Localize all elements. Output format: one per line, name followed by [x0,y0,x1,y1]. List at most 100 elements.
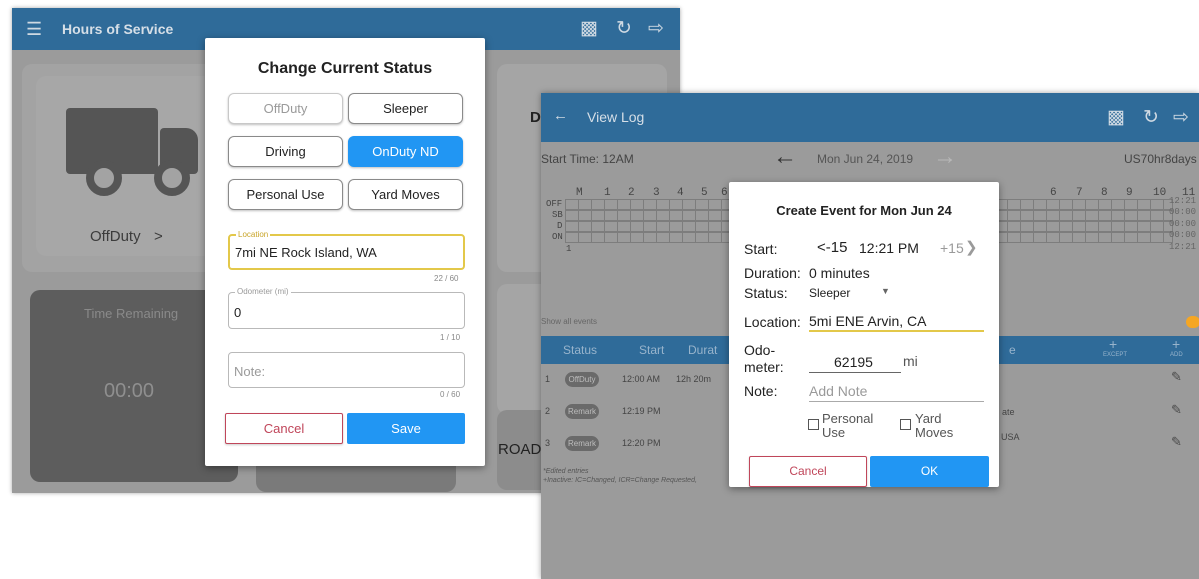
odometer-label-line1: Odo- [744,342,776,358]
note-field[interactable]: Note: [228,352,465,388]
header-start: Start [639,343,665,357]
location-field[interactable]: Location 7mi NE Rock Island, WA [228,230,465,270]
status-offduty-button[interactable]: OffDuty [228,93,343,124]
start-time-value: 12:21 PM [859,240,919,256]
menu-icon[interactable]: ☰ [26,19,42,40]
save-button[interactable]: Save [347,413,465,444]
dialog-title: Create Event for Mon Jun 24 [776,203,952,218]
graph-hour-label: 6 [1050,187,1057,199]
duration-label: Duration: [744,265,801,281]
row-start: 12:20 PM [622,438,661,448]
ok-button[interactable]: OK [870,456,989,487]
show-all-events-label: Show all events [541,317,598,326]
minus-15-button[interactable]: <-15 [817,239,847,256]
logout-icon[interactable]: ⇨ [1173,106,1189,129]
status-select[interactable]: Sleeper ▼ [807,284,897,304]
odometer-value: 0 [234,305,242,320]
dialog-title: Change Current Status [257,60,433,77]
odometer-input[interactable]: 62195 [809,351,901,373]
personal-use-label-2: Use [822,425,846,440]
refresh-icon[interactable]: ↻ [1143,106,1159,129]
header-note: e [1009,343,1016,357]
total-d: 00:00 [1169,219,1197,229]
graph-row-on: ON [552,232,563,242]
row-note: USA [1001,432,1020,442]
duration-value: 0 minutes [809,265,870,281]
graph-hour-label: 4 [677,187,684,199]
footnote-inactive: +Inactive: IC=Changed, ICR=Change Reques… [543,477,697,484]
except-plus-icon[interactable]: + [1109,336,1117,352]
graph-row-sb: SB [552,210,563,220]
chevron-right-icon: > [154,228,163,245]
location-value: 7mi NE Rock Island, WA [235,245,377,260]
time-remaining-value: 00:00 [104,380,155,402]
logout-icon[interactable]: ⇨ [648,17,664,40]
back-arrow-icon[interactable]: ← [553,107,568,124]
edit-pencil-icon[interactable]: ✎ [1171,434,1182,450]
dot-inspection-icon[interactable]: ▩ [1107,106,1125,129]
graph-footer-number: 1 [566,244,572,254]
add-plus-icon[interactable]: + [1172,336,1180,352]
odometer-label: Odometer (mi) [235,287,291,296]
status-personal-use-button[interactable]: Personal Use [228,179,343,210]
total-all: 12:21 [1169,242,1197,252]
refresh-icon[interactable]: ↻ [616,17,632,40]
location-label: Location: [744,314,801,330]
location-input[interactable]: 5mi ENE Arvin, CA [809,310,984,332]
graph-hour-label: 8 [1101,187,1108,199]
create-event-dialog: Create Event for Mon Jun 24 Start: <-15 … [729,182,999,487]
show-all-events-toggle[interactable] [1186,316,1199,328]
status-driving-button[interactable]: Driving [228,136,343,167]
except-label: EXCEPT [1103,352,1128,358]
truck-wheel [86,160,122,196]
cancel-button[interactable]: Cancel [749,456,867,487]
odometer-label-line2: meter: [744,359,784,375]
location-label: Location [236,230,271,239]
note-input[interactable]: Add Note [809,380,984,402]
cancel-button[interactable]: Cancel [225,413,343,444]
total-on: 00:00 [1169,230,1197,240]
prev-day-arrow-icon[interactable]: ← [773,143,797,171]
graph-hour-label: 1 [604,187,611,199]
graph-hour-label: M [576,187,583,199]
log-date: Mon Jun 24, 2019 [817,152,914,166]
personal-use-label-1: Personal [822,411,874,426]
odometer-field[interactable]: Odometer (mi) 0 [228,287,465,329]
chevron-right-icon[interactable]: ❯ [965,238,978,256]
row-duration: 12h 20m [676,374,712,384]
status-select-value: Sleeper [809,286,851,300]
graph-hour-label: 6 [721,187,728,199]
row-note: ate [1002,407,1015,417]
graph-row-off: OFF [546,199,563,209]
edit-pencil-icon[interactable]: ✎ [1171,369,1182,385]
row-start: 12:00 AM [622,374,661,384]
personal-use-checkbox[interactable] [808,419,819,430]
graph-hour-label: 2 [628,187,635,199]
time-remaining-label: Time Remaining [84,306,179,321]
header-duration: Durat [688,343,718,357]
graph-hour-label: 5 [701,187,708,199]
view-log-title: View Log [587,109,645,125]
plus-15-button[interactable]: +15 [940,240,964,256]
status-onduty-nd-button[interactable]: OnDuty ND [348,136,463,167]
header-status: Status [563,343,598,357]
odometer-counter: 1 / 10 [440,333,461,342]
start-time-label: Start Time: 12AM [541,152,634,166]
ruleset-label: US70hr8days [1124,152,1197,166]
next-day-arrow-icon[interactable]: → [933,143,957,171]
status-label: Status: [744,285,788,301]
row-number: 3 [545,438,551,448]
location-input-value: 5mi ENE Arvin, CA [809,313,927,329]
dot-inspection-icon[interactable]: ▩ [580,17,598,40]
edit-pencil-icon[interactable]: ✎ [1171,402,1182,418]
graph-hour-label: 10 [1153,187,1167,199]
yard-moves-checkbox[interactable] [900,419,911,430]
status-yard-moves-button[interactable]: Yard Moves [348,179,463,210]
status-sleeper-button[interactable]: Sleeper [348,93,463,124]
status-card-label: OffDuty [90,228,141,245]
status-pill: OffDuty [565,372,599,387]
yard-moves-label-1: Yard [915,411,942,426]
total-off: 12:21 [1169,196,1197,206]
graph-row-d: D [557,221,563,231]
note-label: Note: [744,383,778,399]
